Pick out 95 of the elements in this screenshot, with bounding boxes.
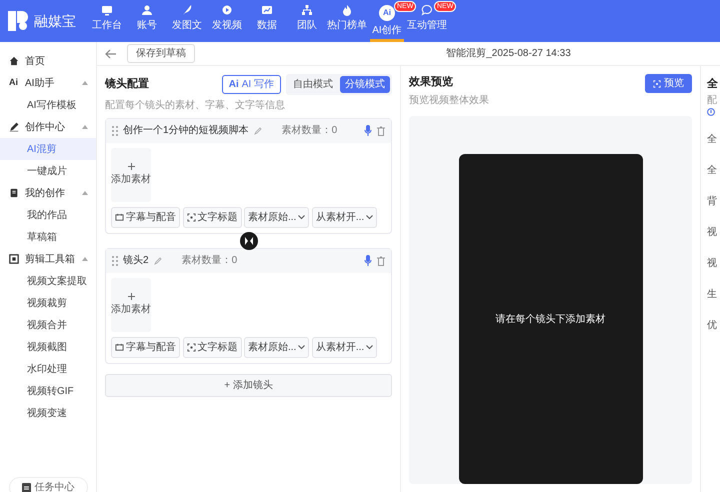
section-subtitle: 预览视频整体效果 — [409, 94, 489, 108]
ai-icon: Ai — [8, 76, 19, 90]
setting-label: 全 — [707, 132, 718, 146]
chat-icon — [421, 4, 433, 16]
drag-handle-icon[interactable] — [112, 126, 118, 136]
material-count: 素材数量：0 — [182, 254, 238, 268]
microphone-icon[interactable] — [364, 255, 372, 266]
monitor-icon — [101, 4, 113, 16]
setting-label: 视 — [707, 226, 718, 240]
chevron-down-icon — [298, 214, 306, 220]
ai-icon: Ai — [379, 4, 395, 20]
setting-label: 优 — [707, 318, 718, 332]
nav-tab[interactable]: 数据 — [250, 0, 284, 42]
feather-icon — [181, 4, 193, 16]
section-subtitle: 配置每个镜头的素材、字幕、文字等信息 — [105, 98, 286, 112]
microphone-icon[interactable] — [364, 125, 372, 136]
play-icon — [221, 4, 233, 16]
preview-button[interactable]: 预览 — [645, 74, 692, 93]
tool-button[interactable]: 字幕与配音 — [111, 336, 180, 358]
sidebar-item[interactable]: 首页 — [0, 50, 96, 72]
logo-icon — [8, 11, 30, 31]
logo-text: 融媒宝 — [34, 12, 76, 30]
section-title: 效果预览 — [409, 74, 454, 90]
dropdown-button[interactable]: 从素材开... — [312, 206, 378, 228]
mode-tab[interactable]: 分镜模式 — [340, 76, 390, 93]
hierarchy-icon — [301, 4, 313, 16]
dropdown-button[interactable]: 素材原始... — [244, 336, 310, 358]
tool-button[interactable]: 字幕与配音 — [111, 206, 180, 228]
section-title: 镜头配置 — [105, 76, 149, 92]
add-shot-button[interactable]: + 添加镜头 — [105, 374, 392, 396]
back-arrow-icon[interactable] — [105, 48, 117, 58]
plus-icon — [128, 162, 134, 170]
add-material-tile[interactable]: 添加素材 — [111, 278, 151, 332]
dropdown-button[interactable]: 素材原始... — [244, 206, 310, 228]
sidebar-item[interactable]: 视频文案提取 — [0, 270, 96, 292]
setting-label: 全 — [707, 164, 718, 178]
tool-button[interactable]: 文字标题 — [182, 206, 242, 228]
chevron-down-icon — [366, 214, 374, 220]
sidebar-item[interactable]: AI混剪 — [0, 138, 96, 160]
edit-icon[interactable] — [154, 256, 162, 264]
chevron-down-icon — [298, 344, 306, 350]
chevron-down-icon — [366, 344, 374, 350]
sidebar-group[interactable]: 剪辑工具箱 — [0, 248, 96, 270]
edit-icon[interactable] — [254, 126, 262, 134]
sidebar-item[interactable]: 视频变速 — [0, 402, 96, 424]
frame-icon — [8, 254, 18, 264]
setting-label: 视 — [707, 256, 718, 270]
sidebar-item[interactable]: 视频合并 — [0, 314, 96, 336]
trash-icon[interactable] — [377, 256, 385, 266]
sidebar-item[interactable]: 视频转GIF — [0, 380, 96, 402]
document-icon — [8, 188, 18, 198]
setting-label: 生 — [707, 288, 718, 302]
plus-icon — [128, 292, 134, 300]
ai-write-button[interactable]: Ai AI 写作 — [222, 75, 281, 94]
sidebar-item[interactable]: 视频截图 — [0, 336, 96, 358]
sidebar-item[interactable]: 我的作品 — [0, 204, 96, 226]
flame-icon — [341, 4, 353, 16]
tool-button[interactable]: 文字标题 — [182, 336, 242, 358]
sidebar-item[interactable]: 水印处理 — [0, 358, 96, 380]
add-material-tile[interactable]: 添加素材 — [111, 148, 151, 202]
nav-tab[interactable]: 账号 — [130, 0, 164, 42]
settings-title: 全 — [707, 76, 719, 92]
project-title: 智能混剪_2025-08-27 14:33 — [445, 46, 572, 61]
sidebar-item[interactable]: 视频裁剪 — [0, 292, 96, 314]
nav-tab[interactable]: 工作台 — [90, 0, 124, 42]
sidebar-group[interactable]: 创作中心 — [0, 116, 96, 138]
chart-icon — [261, 4, 273, 16]
sidebar-group[interactable]: Ai AI助手 — [0, 72, 96, 94]
material-count: 素材数量：0 — [282, 124, 338, 138]
nav-tab[interactable]: 发视频 — [210, 0, 244, 42]
shot-title: 创作一个1分钟的短视频脚本 — [123, 124, 249, 138]
pencil-icon — [8, 122, 18, 132]
scan-icon — [186, 342, 196, 352]
info-icon — [707, 108, 715, 116]
trash-icon[interactable] — [377, 126, 385, 136]
sidebar-item[interactable]: 草稿箱 — [0, 226, 96, 248]
setting-label: 背 — [707, 194, 718, 208]
home-icon — [8, 56, 18, 66]
mode-tab[interactable]: 自由模式 — [288, 76, 338, 93]
clipboard-icon — [22, 482, 30, 492]
sidebar-group[interactable]: 我的创作 — [0, 182, 96, 204]
scan-icon — [653, 80, 661, 88]
scan-icon — [186, 212, 196, 222]
dropdown-button[interactable]: 从素材开... — [312, 336, 378, 358]
save-draft-button[interactable]: 保存到草稿 — [127, 44, 195, 63]
nav-tab[interactable]: 团队 — [290, 0, 324, 42]
sidebar-item[interactable]: 一键成片 — [0, 160, 96, 182]
shot-title: 镜头2 — [123, 254, 149, 268]
nav-tab[interactable]: 发图文 — [170, 0, 204, 42]
settings-subtitle: 配 — [707, 94, 718, 108]
person-icon — [141, 4, 153, 16]
empty-message: 请在每个镜头下添加素材 — [496, 312, 606, 326]
drag-handle-icon[interactable] — [112, 256, 118, 266]
sidebar-item[interactable]: AI写作模板 — [0, 94, 96, 116]
task-center-button[interactable]: 任务中心 — [8, 477, 88, 492]
